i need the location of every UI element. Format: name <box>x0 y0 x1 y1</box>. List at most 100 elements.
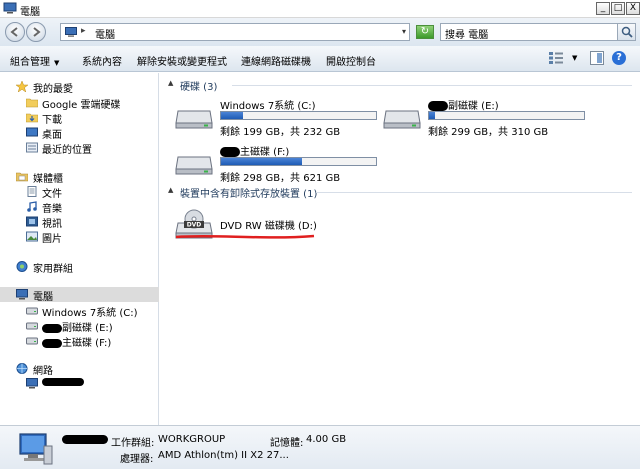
desktop-icon <box>26 127 38 137</box>
command-bar: 組合管理 ▼ 系統內容 解除安裝或變更程式 連線網路磁碟機 開啟控制台 ▼ ? <box>0 46 640 72</box>
collapse-caret-icon[interactable]: ▲ <box>168 186 173 194</box>
nav-documents[interactable]: 文件 <box>0 184 159 200</box>
computer-icon <box>16 289 28 300</box>
music-icon <box>27 201 37 212</box>
hard-drive-icon <box>383 110 421 129</box>
redacted-text <box>42 323 62 333</box>
forward-button[interactable] <box>26 22 46 42</box>
homegroup-icon <box>16 261 28 272</box>
nav-network[interactable]: 網路 <box>0 361 159 377</box>
hard-drive-icon <box>26 307 38 315</box>
processor-label: 處理器: <box>120 454 154 465</box>
drive-name: Windows 7系統 (C:) <box>220 101 316 112</box>
arrow-left-icon <box>10 27 18 37</box>
nav-libraries[interactable]: 媒體櫃 <box>0 169 159 185</box>
close-button[interactable]: X <box>626 2 640 15</box>
nav-item-label: 圖片 <box>42 234 62 245</box>
nav-network-label: 網路 <box>33 366 53 377</box>
drive-usage-fill <box>221 112 243 119</box>
nav-recent-places[interactable]: 最近的位置 <box>0 140 159 156</box>
hard-drive-icon <box>26 337 38 345</box>
address-input[interactable]: ▸ 電腦 ▾ <box>60 23 410 41</box>
search-icon <box>621 26 633 38</box>
drive-usage-bar <box>220 111 377 120</box>
drive-usage-bar <box>220 157 377 166</box>
nav-desktop[interactable]: 桌面 <box>0 125 159 141</box>
address-bar-area: ▸ 電腦 ▾ ↻ 搜尋 電腦 <box>0 18 640 46</box>
nav-computer[interactable]: 電腦 <box>0 287 159 303</box>
nav-drive-f[interactable]: 主磁碟 (F:) <box>0 333 159 349</box>
view-options-dropdown[interactable]: ▼ <box>572 54 577 62</box>
red-underline-mark <box>175 234 315 239</box>
preview-pane-button[interactable] <box>590 51 604 65</box>
nav-favorites-label: 我的最愛 <box>33 84 73 95</box>
computer-icon <box>19 433 53 465</box>
nav-google-drive[interactable]: Google 雲端硬碟 <box>0 95 159 111</box>
open-control-panel-button[interactable]: 開啟控制台 <box>326 53 376 68</box>
back-button[interactable] <box>5 22 25 42</box>
nav-network-computer[interactable] <box>0 376 159 391</box>
search-button[interactable] <box>617 24 635 40</box>
removable-group-title: 裝置中含有卸除式存放裝置 (1) <box>180 189 318 200</box>
organize-button[interactable]: 組合管理 ▼ <box>10 53 59 68</box>
computer-icon <box>3 2 17 14</box>
drive-name: 副磁碟 (E:) <box>428 97 499 112</box>
recent-places-icon <box>26 142 38 153</box>
libraries-icon <box>16 172 28 182</box>
redacted-text <box>42 338 62 348</box>
breadcrumb-separator[interactable]: ▸ <box>81 26 86 36</box>
removable-group-header[interactable]: ▲ 裝置中含有卸除式存放裝置 (1) <box>168 185 632 200</box>
maximize-button[interactable]: □ <box>611 2 625 15</box>
arrow-right-icon <box>33 27 41 37</box>
breadcrumb-computer[interactable]: 電腦 <box>95 26 115 41</box>
search-input[interactable]: 搜尋 電腦 <box>440 23 636 41</box>
collapse-caret-icon[interactable]: ▲ <box>168 79 173 87</box>
uninstall-program-button[interactable]: 解除安裝或變更程式 <box>137 53 227 68</box>
video-icon <box>26 216 38 227</box>
refresh-button[interactable]: ↻ <box>416 25 434 39</box>
nav-downloads[interactable]: 下載 <box>0 110 159 126</box>
nav-computer-label: 電腦 <box>33 292 53 303</box>
hard-drive-icon <box>175 110 213 129</box>
change-view-icon[interactable] <box>548 51 564 65</box>
map-network-drive-button[interactable]: 連線網路磁碟機 <box>241 53 311 68</box>
nav-pictures[interactable]: 圖片 <box>0 229 159 245</box>
search-placeholder: 搜尋 電腦 <box>445 30 489 41</box>
document-icon <box>27 186 37 197</box>
drive-free-space: 剩餘 298 GB，共 621 GB <box>220 173 341 184</box>
group-divider <box>316 192 632 193</box>
navigation-pane: 我的最愛 Google 雲端硬碟 下載 桌面 最近的位置 媒體櫃 文件 音樂 視… <box>0 73 159 425</box>
organize-label: 組合管理 <box>10 57 50 68</box>
drive-c[interactable]: Windows 7系統 (C:) 剩餘 199 GB，共 232 GB <box>174 97 384 139</box>
workgroup-label: 工作群組: <box>111 438 155 449</box>
nav-drive-f-label: 主磁碟 (F:) <box>62 338 112 349</box>
chevron-down-icon[interactable]: ▾ <box>402 27 406 36</box>
drive-d-dvd[interactable]: DVD DVD RW 磁碟機 (D:) <box>174 205 384 247</box>
nav-drive-e[interactable]: 副磁碟 (E:) <box>0 318 159 334</box>
pictures-icon <box>26 231 38 242</box>
nav-item-label: Windows 7系統 (C:) <box>42 308 138 319</box>
nav-drive-c[interactable]: Windows 7系統 (C:) <box>0 303 159 319</box>
system-properties-button[interactable]: 系統內容 <box>82 53 122 68</box>
drive-free-space: 剩餘 199 GB，共 232 GB <box>220 127 341 138</box>
hard-drive-icon <box>26 322 38 330</box>
nav-item-label: 文件 <box>42 189 62 200</box>
details-pane: 工作群組: WORKGROUP 記憶體: 4.00 GB 處理器: AMD At… <box>0 425 640 469</box>
drive-usage-bar <box>428 111 585 120</box>
hard-disks-group-header[interactable]: ▲ 硬碟 (3) <box>168 78 632 93</box>
nav-item-label: 下載 <box>42 115 62 126</box>
drive-f[interactable]: 主磁碟 (F:) 剩餘 298 GB，共 621 GB <box>174 143 384 185</box>
preview-pane-icon <box>597 53 602 63</box>
hard-drive-icon <box>175 156 213 175</box>
drive-name: DVD RW 磁碟機 (D:) <box>220 221 317 232</box>
help-button[interactable]: ? <box>612 51 626 65</box>
nav-videos[interactable]: 視訊 <box>0 214 159 230</box>
nav-favorites[interactable]: 我的最愛 <box>0 79 159 95</box>
nav-homegroup[interactable]: 家用群組 <box>0 259 159 275</box>
nav-music[interactable]: 音樂 <box>0 199 159 215</box>
nav-item-label: 最近的位置 <box>42 145 92 156</box>
processor-value: AMD Athlon(tm) II X2 27... <box>158 450 289 461</box>
minimize-button[interactable]: _ <box>596 2 610 15</box>
redacted-text <box>42 378 84 386</box>
drive-e[interactable]: 副磁碟 (E:) 剩餘 299 GB，共 310 GB <box>382 97 592 139</box>
